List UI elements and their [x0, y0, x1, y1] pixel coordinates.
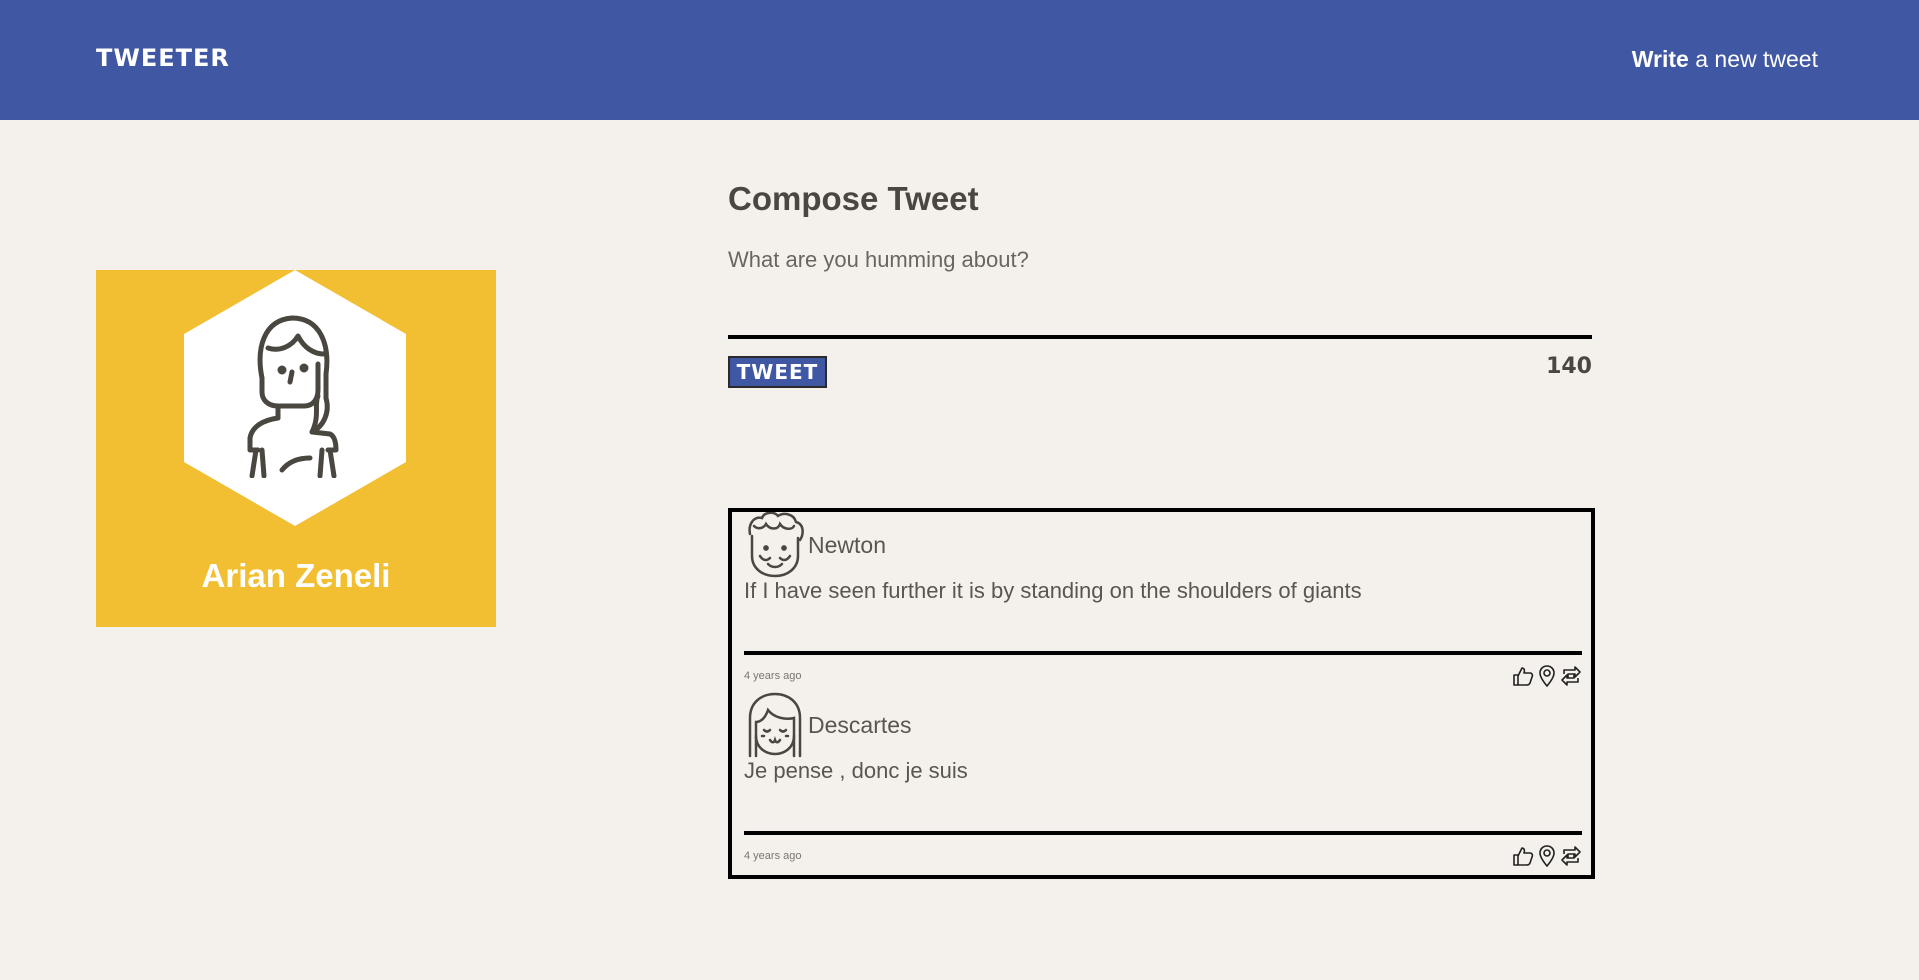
tweet-author[interactable]: Newton — [808, 532, 886, 559]
character-counter: 140 — [1546, 354, 1592, 379]
tweets-feed: Newton If I have seen further it is by s… — [728, 508, 1595, 879]
write-link-rest: a new tweet — [1688, 46, 1818, 72]
app-logo[interactable]: TWEETER — [96, 44, 230, 72]
tweet-item: Descartes Je pense , donc je suis 4 year… — [744, 692, 1582, 872]
profile-card: Arian Zeneli — [96, 270, 496, 627]
retweet-icon[interactable] — [1560, 665, 1582, 687]
tweet-submit-button[interactable]: TWEET — [728, 356, 827, 388]
tweet-item: Newton If I have seen further it is by s… — [744, 512, 1582, 692]
girl-avatar-icon — [247, 315, 339, 478]
profile-name: Arian Zeneli — [201, 557, 391, 594]
tweet-actions — [1512, 665, 1582, 687]
top-nav-bar: TWEETER Write a new tweet — [0, 0, 1919, 120]
write-new-tweet-link[interactable]: Write a new tweet — [1632, 46, 1818, 73]
thumbs-up-icon[interactable] — [1512, 665, 1534, 687]
tweet-divider — [744, 831, 1582, 835]
write-link-bold: Write — [1631, 46, 1689, 72]
tweet-text: If I have seen further it is by standing… — [744, 578, 1362, 603]
tweet-actions — [1512, 845, 1582, 867]
curly-hair-avatar-icon — [748, 512, 804, 578]
location-pin-icon[interactable] — [1536, 665, 1558, 687]
bob-hair-avatar-icon — [748, 692, 802, 758]
tweet-text: Je pense , donc je suis — [744, 758, 968, 783]
tweet-timestamp: 4 years ago — [744, 670, 802, 682]
tweet-compose-input[interactable] — [728, 247, 1592, 339]
location-pin-icon[interactable] — [1536, 845, 1558, 867]
thumbs-up-icon[interactable] — [1512, 845, 1534, 867]
profile-avatar-hexagon — [184, 270, 406, 526]
retweet-icon[interactable] — [1560, 845, 1582, 867]
tweet-divider — [744, 651, 1582, 655]
tweet-timestamp: 4 years ago — [744, 850, 802, 862]
compose-title: Compose Tweet — [728, 180, 979, 217]
tweet-author[interactable]: Descartes — [808, 712, 912, 739]
